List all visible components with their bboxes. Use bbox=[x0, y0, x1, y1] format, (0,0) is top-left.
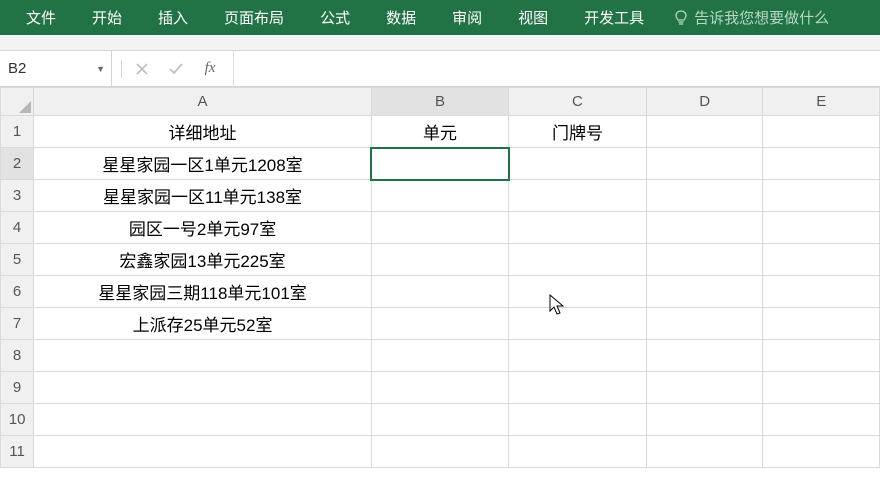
cell-E4[interactable] bbox=[763, 212, 880, 244]
row-header-2[interactable]: 2 bbox=[1, 148, 34, 180]
column-header-E[interactable]: E bbox=[763, 88, 880, 116]
column-header-B[interactable]: B bbox=[371, 88, 508, 116]
cell-E1[interactable] bbox=[763, 116, 880, 148]
cell-B9[interactable] bbox=[371, 372, 508, 404]
enter-button[interactable] bbox=[159, 51, 193, 87]
cell-A6[interactable]: 星星家园三期118单元101室 bbox=[34, 276, 372, 308]
cell-C9[interactable] bbox=[509, 372, 647, 404]
cell-A5[interactable]: 宏鑫家园13单元225室 bbox=[34, 244, 372, 276]
cell-A10[interactable] bbox=[34, 404, 372, 436]
formula-bar-buttons: fx bbox=[112, 51, 234, 87]
cell-A2[interactable]: 星星家园一区1单元1208室 bbox=[34, 148, 372, 180]
row-header-9[interactable]: 9 bbox=[1, 372, 34, 404]
cell-B11[interactable] bbox=[371, 436, 508, 468]
row-header-7[interactable]: 7 bbox=[1, 308, 34, 340]
cell-C8[interactable] bbox=[509, 340, 647, 372]
cell-A4[interactable]: 园区一号2单元97室 bbox=[34, 212, 372, 244]
cell-D4[interactable] bbox=[646, 212, 763, 244]
cell-E2[interactable] bbox=[763, 148, 880, 180]
cell-C5[interactable] bbox=[509, 244, 647, 276]
cell-C1[interactable]: 门牌号 bbox=[509, 116, 647, 148]
check-icon bbox=[168, 62, 184, 76]
cell-A11[interactable] bbox=[34, 436, 372, 468]
cell-D2[interactable] bbox=[646, 148, 763, 180]
ribbon-tab-developer[interactable]: 开发工具 bbox=[566, 0, 662, 35]
formula-input[interactable] bbox=[234, 51, 880, 87]
column-header-D[interactable]: D bbox=[646, 88, 763, 116]
ribbon-tab-insert[interactable]: 插入 bbox=[140, 0, 206, 35]
name-box-value: B2 bbox=[8, 60, 26, 77]
cell-B2[interactable] bbox=[371, 148, 508, 180]
row-header-4[interactable]: 4 bbox=[1, 212, 34, 244]
name-box[interactable]: B2 ▼ bbox=[0, 51, 112, 87]
cell-B8[interactable] bbox=[371, 340, 508, 372]
cell-B1[interactable]: 单元 bbox=[371, 116, 508, 148]
cell-C2[interactable] bbox=[509, 148, 647, 180]
cell-E8[interactable] bbox=[763, 340, 880, 372]
cell-E10[interactable] bbox=[763, 404, 880, 436]
cell-B7[interactable] bbox=[371, 308, 508, 340]
row-header-1[interactable]: 1 bbox=[1, 116, 34, 148]
row-header-11[interactable]: 11 bbox=[1, 436, 34, 468]
ribbon-tab-home[interactable]: 开始 bbox=[74, 0, 140, 35]
insert-function-button[interactable]: fx bbox=[193, 51, 227, 87]
chevron-down-icon[interactable]: ▼ bbox=[96, 64, 105, 74]
column-header-A[interactable]: A bbox=[34, 88, 372, 116]
cell-B6[interactable] bbox=[371, 276, 508, 308]
cell-C6[interactable] bbox=[509, 276, 647, 308]
cell-C3[interactable] bbox=[509, 180, 647, 212]
cell-D6[interactable] bbox=[646, 276, 763, 308]
cell-B5[interactable] bbox=[371, 244, 508, 276]
tell-me-label: 告诉我您想要做什么 bbox=[694, 7, 829, 28]
row-header-8[interactable]: 8 bbox=[1, 340, 34, 372]
row-header-6[interactable]: 6 bbox=[1, 276, 34, 308]
ribbon-gap bbox=[0, 35, 880, 51]
cell-C10[interactable] bbox=[509, 404, 647, 436]
cell-D5[interactable] bbox=[646, 244, 763, 276]
row-header-10[interactable]: 10 bbox=[1, 404, 34, 436]
ribbon-tab-pagelayout[interactable]: 页面布局 bbox=[206, 0, 302, 35]
cell-C7[interactable] bbox=[509, 308, 647, 340]
cell-E5[interactable] bbox=[763, 244, 880, 276]
cell-E9[interactable] bbox=[763, 372, 880, 404]
cell-B4[interactable] bbox=[371, 212, 508, 244]
cell-B3[interactable] bbox=[371, 180, 508, 212]
row-header-3[interactable]: 3 bbox=[1, 180, 34, 212]
ribbon-tab-data[interactable]: 数据 bbox=[368, 0, 434, 35]
lightbulb-icon bbox=[674, 10, 688, 26]
cell-D3[interactable] bbox=[646, 180, 763, 212]
cell-B10[interactable] bbox=[371, 404, 508, 436]
cell-E3[interactable] bbox=[763, 180, 880, 212]
row-header-5[interactable]: 5 bbox=[1, 244, 34, 276]
cell-A9[interactable] bbox=[34, 372, 372, 404]
tell-me-search[interactable]: 告诉我您想要做什么 bbox=[674, 7, 829, 28]
cell-C11[interactable] bbox=[509, 436, 647, 468]
cell-D1[interactable] bbox=[646, 116, 763, 148]
ribbon-tab-view[interactable]: 视图 bbox=[500, 0, 566, 35]
cell-C4[interactable] bbox=[509, 212, 647, 244]
cell-E11[interactable] bbox=[763, 436, 880, 468]
formula-bar: B2 ▼ fx bbox=[0, 51, 880, 87]
column-header-C[interactable]: C bbox=[509, 88, 647, 116]
cell-D10[interactable] bbox=[646, 404, 763, 436]
fx-label: fx bbox=[205, 60, 216, 77]
select-all-corner[interactable] bbox=[1, 88, 34, 116]
cell-A3[interactable]: 星星家园一区11单元138室 bbox=[34, 180, 372, 212]
cell-A1[interactable]: 详细地址 bbox=[34, 116, 372, 148]
cancel-button[interactable] bbox=[125, 51, 159, 87]
cell-D11[interactable] bbox=[646, 436, 763, 468]
ribbon-tab-formulas[interactable]: 公式 bbox=[302, 0, 368, 35]
cell-A8[interactable] bbox=[34, 340, 372, 372]
cell-D8[interactable] bbox=[646, 340, 763, 372]
cell-E6[interactable] bbox=[763, 276, 880, 308]
cell-E7[interactable] bbox=[763, 308, 880, 340]
x-icon bbox=[135, 62, 149, 76]
cell-D9[interactable] bbox=[646, 372, 763, 404]
cell-A7[interactable]: 上派存25单元52室 bbox=[34, 308, 372, 340]
ribbon-tab-review[interactable]: 审阅 bbox=[434, 0, 500, 35]
cell-D7[interactable] bbox=[646, 308, 763, 340]
ribbon-tabs: 文件 开始 插入 页面布局 公式 数据 审阅 视图 开发工具 告诉我您想要做什么 bbox=[0, 0, 880, 35]
ribbon-tab-file[interactable]: 文件 bbox=[8, 0, 74, 35]
spreadsheet-grid: ABCDE 1详细地址单元门牌号 2星星家园一区1单元1208室3星星家园一区11单… bbox=[0, 87, 880, 468]
